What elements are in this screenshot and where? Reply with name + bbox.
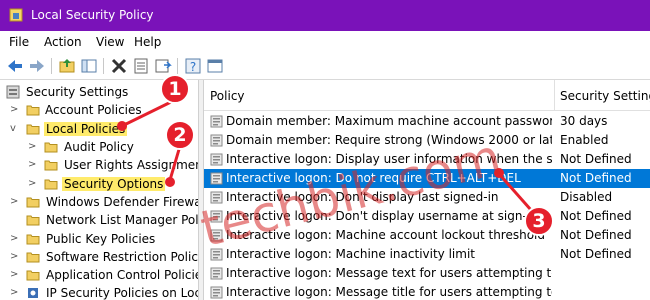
annotation-arrows	[117, 99, 533, 211]
callout-arrow-1-dot	[117, 121, 127, 131]
callout-arrow-1	[121, 99, 174, 128]
callout-badge-2: 2	[165, 120, 195, 150]
callout-arrow-2-dot	[165, 177, 175, 187]
callout-arrow-2	[168, 145, 182, 181]
callout-badge-3: 3	[524, 206, 554, 236]
callout-badge-1: 1	[160, 74, 190, 104]
